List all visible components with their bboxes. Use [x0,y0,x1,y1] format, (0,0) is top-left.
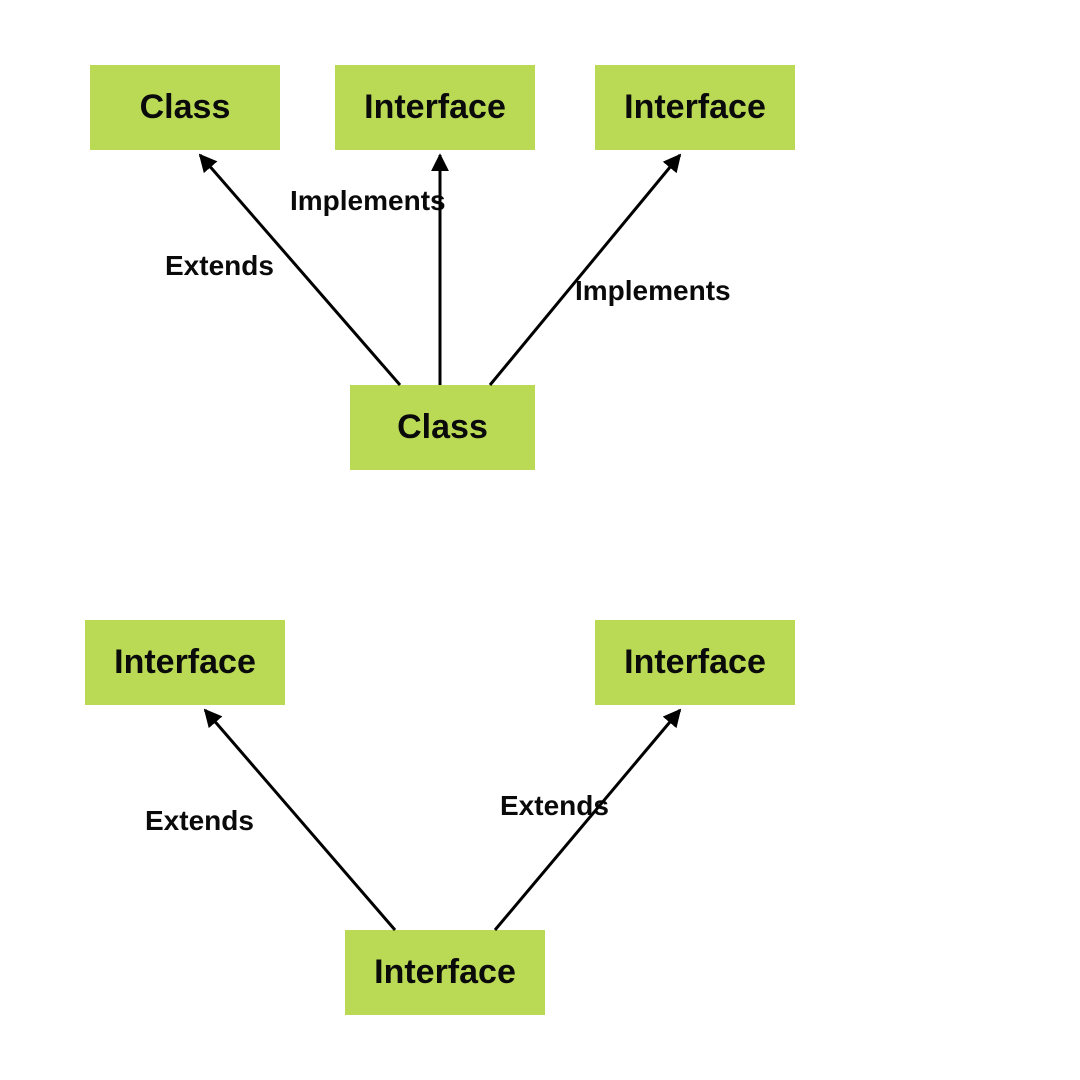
label: Interface [624,88,766,127]
box-bottom-child-interface: Interface [345,930,545,1015]
box-top-parent-interface-2: Interface [595,65,795,150]
label: Interface [364,88,506,127]
arrow-implements-2 [490,155,680,385]
box-top-parent-interface-1: Interface [335,65,535,150]
box-bottom-parent-interface-right: Interface [595,620,795,705]
label: Class [397,408,488,447]
box-bottom-parent-interface-left: Interface [85,620,285,705]
edge-label-extends-top: Extends [165,250,274,282]
box-top-child-class: Class [350,385,535,470]
label: Interface [114,643,256,682]
edge-label-extends-bottom-right: Extends [500,790,609,822]
label: Interface [624,643,766,682]
box-top-parent-class: Class [90,65,280,150]
edge-label-implements-2: Implements [575,275,731,307]
label: Interface [374,953,516,992]
label: Class [140,88,231,127]
edge-label-implements-1: Implements [290,185,446,217]
edge-label-extends-bottom-left: Extends [145,805,254,837]
connectors-svg [0,0,1080,1080]
